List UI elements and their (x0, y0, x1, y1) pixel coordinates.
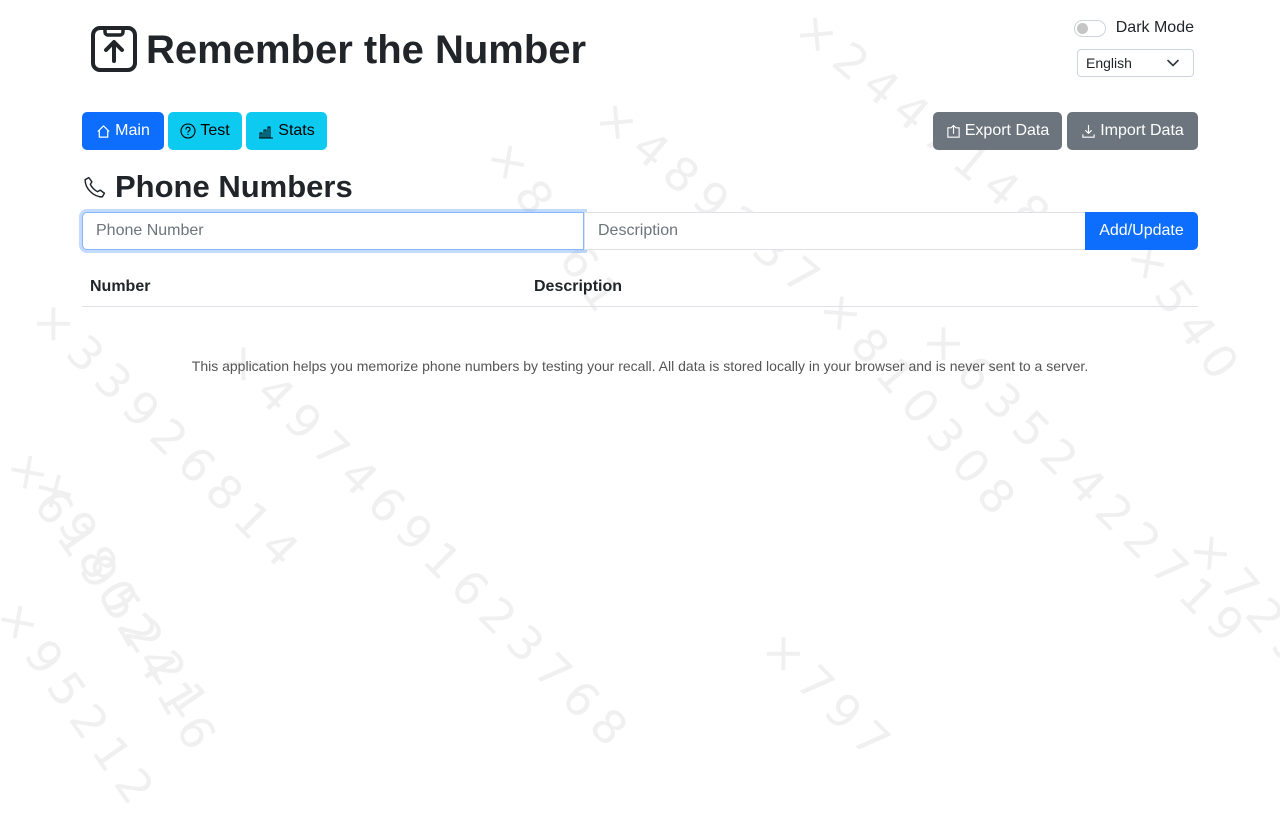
phone-number-placeholder: Phone Number (96, 222, 204, 239)
app-container: Remember the Number Dark Mode English Ma… (82, 0, 1198, 720)
question-circle-icon (180, 123, 196, 139)
test-tab-button[interactable]: Test (168, 112, 242, 150)
language-select[interactable]: English (1077, 49, 1194, 77)
column-header-description: Description (534, 278, 623, 295)
description-placeholder: Description (598, 222, 679, 239)
dark-mode-toggle[interactable]: Dark Mode (1073, 19, 1194, 37)
stats-tab-label: Stats (278, 122, 315, 139)
main-tab-button[interactable]: Main (82, 112, 164, 150)
bar-chart-icon (259, 126, 274, 139)
import-data-label: Import Data (1100, 122, 1184, 139)
home-icon (97, 124, 110, 138)
language-value: English (1086, 55, 1132, 71)
chevron-down-icon (1167, 59, 1179, 67)
description-input[interactable]: Description (584, 212, 1086, 250)
dark-mode-label: Dark Mode (1115, 19, 1194, 36)
section-title: Phone Numbers (115, 169, 353, 204)
phone-table-header: Number Description (82, 268, 1198, 307)
add-update-button[interactable]: Add/Update (1085, 212, 1198, 250)
dark-mode-switch[interactable] (1073, 19, 1106, 37)
phone-number-input[interactable]: Phone Number (82, 212, 584, 250)
main-tab-label: Main (115, 122, 150, 139)
export-data-button[interactable]: Export Data (933, 112, 1062, 150)
info-text: This application helps you memorize phon… (191, 358, 1089, 374)
import-data-button[interactable]: Import Data (1067, 112, 1198, 150)
download-icon (1082, 124, 1095, 138)
export-data-label: Export Data (964, 122, 1050, 139)
export-icon (947, 124, 960, 138)
phone-icon (84, 176, 106, 198)
test-tab-label: Test (200, 122, 230, 139)
app-title: Remember the Number (146, 28, 587, 72)
column-header-number: Number (90, 278, 151, 295)
clipboard-upload-icon (91, 26, 137, 72)
stats-tab-button[interactable]: Stats (246, 112, 327, 150)
section-header: Phone Numbers (82, 168, 353, 206)
